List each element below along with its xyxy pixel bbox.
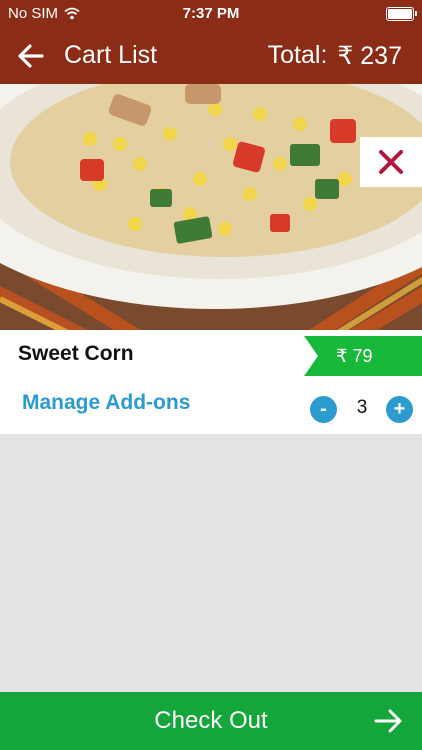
quantity-plus-button[interactable]: + — [386, 396, 413, 423]
status-bar: No SIM 7:37 PM — [0, 0, 422, 28]
total-value: ₹ 237 — [337, 42, 402, 70]
cart-item: Sweet Corn ₹ 79 Manage Add-ons - 3 + — [0, 330, 422, 434]
nav-bar: Cart List Total: ₹ 237 — [0, 28, 422, 84]
close-icon — [379, 150, 403, 174]
manage-addons-link[interactable]: Manage Add-ons — [22, 391, 190, 415]
item-name: Sweet Corn — [18, 342, 134, 365]
food-image — [0, 84, 422, 330]
cart-total: Total: ₹ 237 — [268, 41, 402, 71]
total-label: Total: — [267, 41, 328, 69]
back-arrow-icon[interactable] — [14, 40, 48, 72]
checkout-label: Check Out — [154, 707, 268, 734]
forward-arrow-icon — [374, 709, 402, 733]
item-price: ₹ 79 — [336, 346, 373, 366]
remove-item-button[interactable] — [360, 137, 422, 187]
battery-fill — [388, 9, 412, 19]
page-title: Cart List — [64, 41, 158, 69]
status-time: 7:37 PM — [182, 5, 240, 22]
quantity-value: 3 — [356, 397, 368, 418]
quantity-minus-button[interactable]: - — [310, 396, 337, 423]
battery-icon — [386, 7, 417, 21]
checkout-button[interactable]: Check Out — [0, 692, 422, 750]
sweet-corn-soup-picture — [0, 84, 422, 330]
